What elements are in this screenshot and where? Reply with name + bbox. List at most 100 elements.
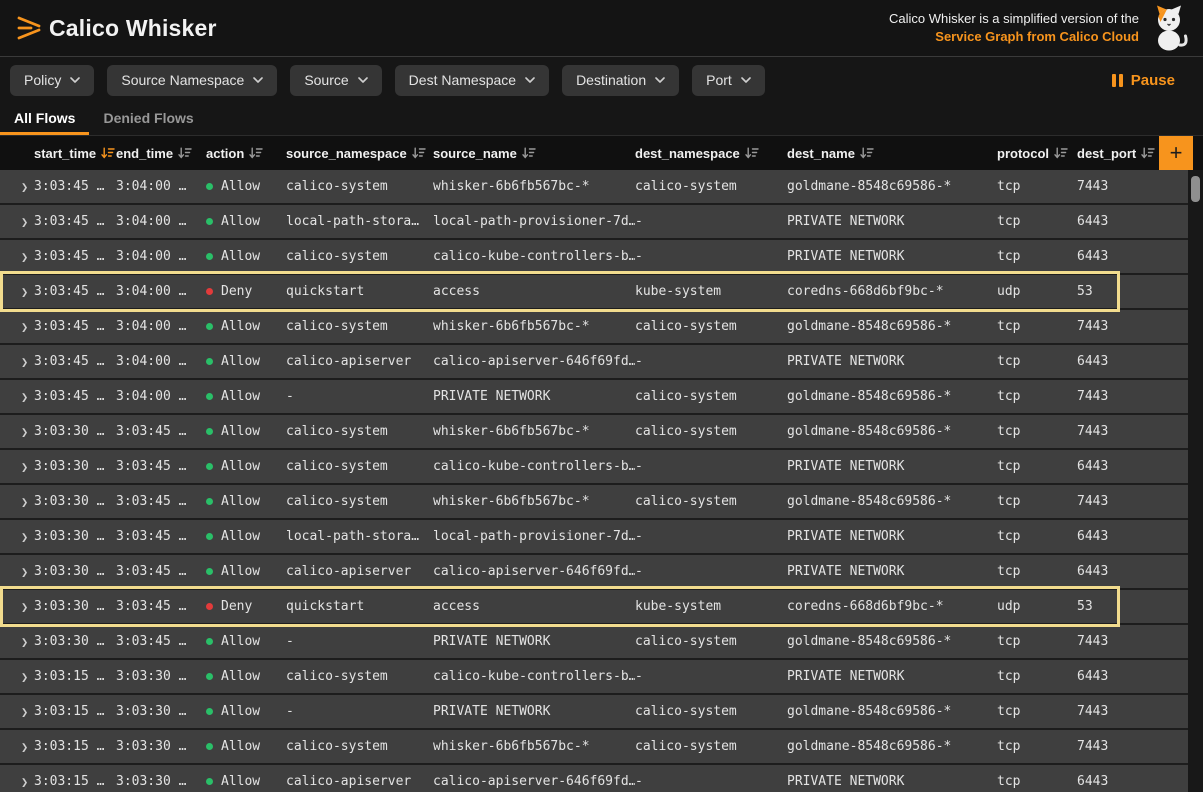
action-label: Allow [221,669,260,684]
tab-label: Denied Flows [103,110,193,126]
flow-row[interactable]: ❯3:03:45 …3:04:00 …Allowcalico-apiserver… [0,345,1188,378]
cell-dest-port: 6443 [1077,564,1188,579]
expand-chevron-icon[interactable]: ❯ [0,425,34,439]
filter-bar: Policy Source Namespace Source Dest Namespa… [0,57,1203,103]
flow-row[interactable]: ❯3:03:30 …3:03:45 …Allow-PRIVATE NETWORK… [0,625,1188,658]
cell-dest-name: PRIVATE NETWORK [787,669,997,684]
expand-chevron-icon[interactable]: ❯ [0,495,34,509]
flow-row[interactable]: ❯3:03:15 …3:03:30 …Allowcalico-systemwhi… [0,730,1188,763]
flow-row[interactable]: ❯3:03:30 …3:03:45 …Allowcalico-systemcal… [0,450,1188,483]
sort-icon [1141,147,1155,159]
cell-dest-namespace: kube-system [635,284,787,299]
filter-dropdown-destination[interactable]: Destination [562,65,679,96]
cell-source-name: access [433,599,635,614]
cell-protocol: tcp [997,319,1077,334]
expand-chevron-icon[interactable]: ❯ [0,705,34,719]
expand-chevron-icon[interactable]: ❯ [0,600,34,614]
pause-button[interactable]: Pause [1106,71,1181,90]
column-header-start_time[interactable]: start_time [34,146,116,161]
filter-dropdown-source[interactable]: Source [290,65,381,96]
flow-row[interactable]: ❯3:03:15 …3:03:30 …Allowcalico-apiserver… [0,765,1188,792]
flow-row[interactable]: ❯3:03:45 …3:04:00 …Allowcalico-systemwhi… [0,310,1188,343]
scrollbar-thumb[interactable] [1191,176,1200,202]
column-header-dest_name[interactable]: dest_name [787,146,997,161]
cell-dest-name: PRIVATE NETWORK [787,774,997,789]
flow-row[interactable]: ❯3:03:30 …3:03:45 …Allowcalico-systemwhi… [0,415,1188,448]
column-header-source_namespace[interactable]: source_namespace [286,146,433,161]
expand-chevron-icon[interactable]: ❯ [0,355,34,369]
tab-all-flows[interactable]: All Flows [0,103,89,135]
cell-dest-port: 6443 [1077,529,1188,544]
flow-row[interactable]: ❯3:03:45 …3:04:00 …Denyquickstartaccessk… [0,275,1188,308]
tab-denied-flows[interactable]: Denied Flows [89,103,207,135]
flow-row[interactable]: ❯3:03:30 …3:03:45 …Allowcalico-apiserver… [0,555,1188,588]
column-header-dest_namespace[interactable]: dest_namespace [635,146,787,161]
cell-end-time: 3:03:45 … [116,564,206,579]
flow-row[interactable]: ❯3:03:45 …3:04:00 …Allowcalico-systemwhi… [0,170,1188,203]
flow-row[interactable]: ❯3:03:30 …3:03:45 …Allowlocal-path-stora… [0,520,1188,553]
action-label: Allow [221,459,260,474]
service-graph-link[interactable]: Service Graph from Calico Cloud [889,28,1139,46]
column-header-action[interactable]: action [206,146,286,161]
cell-dest-name: PRIVATE NETWORK [787,214,997,229]
expand-chevron-icon[interactable]: ❯ [0,320,34,334]
flow-row[interactable]: ❯3:03:45 …3:04:00 …Allowlocal-path-stora… [0,205,1188,238]
flow-row[interactable]: ❯3:03:45 …3:04:00 …Allow-PRIVATE NETWORK… [0,380,1188,413]
cell-start-time: 3:03:30 … [34,529,116,544]
filter-dropdown-policy[interactable]: Policy [10,65,94,96]
cell-start-time: 3:03:45 … [34,179,116,194]
expand-chevron-icon[interactable]: ❯ [0,285,34,299]
expand-chevron-icon[interactable]: ❯ [0,460,34,474]
cell-dest-namespace: - [635,564,787,579]
cell-dest-name: coredns-668d6bf9bc-* [787,284,997,299]
cell-source-namespace: calico-system [286,179,433,194]
cell-dest-name: goldmane-8548c69586-* [787,179,997,194]
cell-action: Allow [206,319,286,334]
expand-chevron-icon[interactable]: ❯ [0,775,34,789]
flow-row[interactable]: ❯3:03:15 …3:03:30 …Allowcalico-systemcal… [0,660,1188,693]
cell-start-time: 3:03:15 … [34,774,116,789]
column-header-protocol[interactable]: protocol [997,146,1077,161]
cell-source-namespace: calico-apiserver [286,774,433,789]
expand-chevron-icon[interactable]: ❯ [0,740,34,754]
cell-dest-namespace: - [635,354,787,369]
cell-dest-namespace: calico-system [635,704,787,719]
column-header-dest_port[interactable]: dest_port [1077,146,1159,161]
filter-dropdown-source-namespace[interactable]: Source Namespace [107,65,277,96]
cell-source-namespace: calico-system [286,459,433,474]
expand-chevron-icon[interactable]: ❯ [0,390,34,404]
table-header-grid: start_timeend_timeactionsource_namespace… [0,136,1159,170]
action-label: Allow [221,634,260,649]
cell-action: Deny [206,599,286,614]
cell-start-time: 3:03:30 … [34,459,116,474]
cell-source-namespace: calico-system [286,494,433,509]
cell-end-time: 3:04:00 … [116,389,206,404]
add-column-button[interactable]: + [1159,136,1193,170]
flow-row[interactable]: ❯3:03:15 …3:03:30 …Allow-PRIVATE NETWORK… [0,695,1188,728]
cell-dest-name: goldmane-8548c69586-* [787,319,997,334]
expand-chevron-icon[interactable]: ❯ [0,215,34,229]
column-header-source_name[interactable]: source_name [433,146,635,161]
calico-cat-mascot [1149,4,1189,52]
expand-chevron-icon[interactable]: ❯ [0,565,34,579]
expand-chevron-icon[interactable]: ❯ [0,530,34,544]
cell-action: Allow [206,564,286,579]
action-status-dot [206,288,213,295]
flow-row[interactable]: ❯3:03:45 …3:04:00 …Allowcalico-systemcal… [0,240,1188,273]
scrollbar-track[interactable] [1189,170,1203,792]
column-header-end_time[interactable]: end_time [116,146,206,161]
expand-chevron-icon[interactable]: ❯ [0,250,34,264]
expand-chevron-icon[interactable]: ❯ [0,180,34,194]
filter-dropdown-port[interactable]: Port [692,65,765,96]
cell-source-name: whisker-6b6fb567bc-* [433,424,635,439]
expand-chevron-icon[interactable]: ❯ [0,670,34,684]
cell-end-time: 3:04:00 … [116,179,206,194]
cell-start-time: 3:03:45 … [34,214,116,229]
flow-row[interactable]: ❯3:03:30 …3:03:45 …Denyquickstartaccessk… [0,590,1188,623]
expand-chevron-icon[interactable]: ❯ [0,635,34,649]
flow-row[interactable]: ❯3:03:30 …3:03:45 …Allowcalico-systemwhi… [0,485,1188,518]
action-status-dot [206,743,213,750]
cell-dest-port: 7443 [1077,634,1188,649]
cell-dest-namespace: - [635,214,787,229]
filter-dropdown-dest-namespace[interactable]: Dest Namespace [395,65,549,96]
